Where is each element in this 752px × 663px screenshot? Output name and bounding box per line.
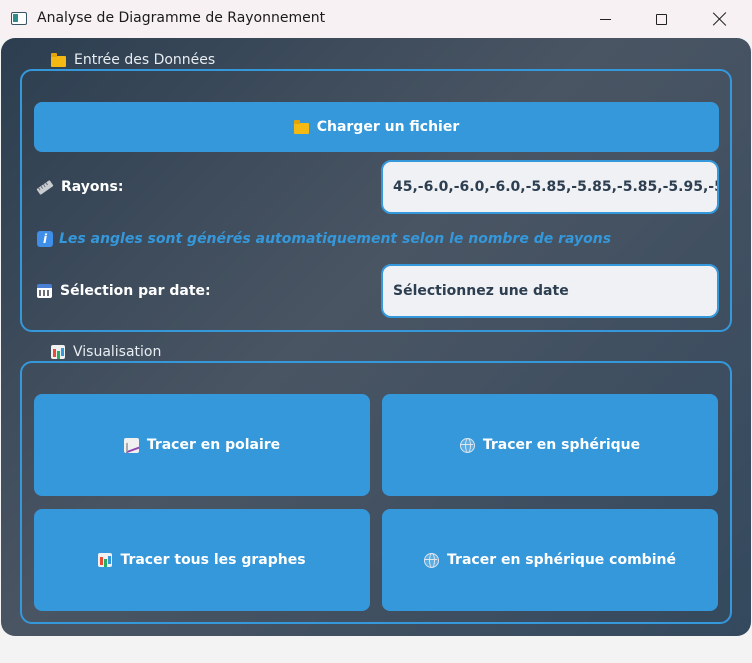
plot-polar-button[interactable]: Tracer en polaire <box>34 394 370 496</box>
maximize-icon <box>655 13 667 25</box>
bar-chart-icon <box>51 345 65 359</box>
data-group-title-text: Entrée des Données <box>74 52 216 68</box>
rayons-label-text: Rayons: <box>61 179 124 195</box>
plot-spherical-label: Tracer en sphérique <box>482 437 641 453</box>
folder-icon <box>51 52 66 67</box>
date-label-text: Sélection par date: <box>60 283 211 299</box>
maximize-button[interactable] <box>638 0 684 38</box>
plot-all-label: Tracer tous les graphes <box>120 552 306 568</box>
group-title-underline <box>39 361 171 363</box>
bar-chart-icon <box>98 553 113 567</box>
data-group-title: Entrée des Données <box>39 52 227 68</box>
app-icon <box>11 12 27 25</box>
polar-chart-icon <box>123 437 139 453</box>
minimize-icon <box>599 18 611 20</box>
rayons-label: Rayons: <box>36 179 124 195</box>
plot-spherical-combined-button[interactable]: Tracer en sphérique combiné <box>382 509 718 611</box>
title-bar: Analyse de Diagramme de Rayonnement <box>0 0 752 38</box>
globe-icon <box>459 437 475 453</box>
date-selection-label: Sélection par date: <box>37 283 211 299</box>
load-file-button[interactable]: Charger un fichier <box>34 102 719 152</box>
info-icon: i <box>37 231 53 247</box>
main-panel: Entrée des Données Charger un fichier Ra… <box>1 38 751 636</box>
plot-spherical-button[interactable]: Tracer en sphérique <box>382 394 718 496</box>
close-icon <box>713 12 727 26</box>
window-title: Analyse de Diagramme de Rayonnement <box>37 10 326 26</box>
vis-group-title-text: Visualisation <box>73 344 162 360</box>
vis-group-title: Visualisation <box>39 344 173 360</box>
plot-polar-label: Tracer en polaire <box>146 437 281 453</box>
close-button[interactable] <box>697 0 743 38</box>
info-message: i Les angles sont générés automatiquemen… <box>37 231 611 247</box>
folder-icon <box>293 119 309 134</box>
plot-all-button[interactable]: Tracer tous les graphes <box>34 509 370 611</box>
info-text: Les angles sont générés automatiquement … <box>59 231 612 247</box>
plot-spherical-combined-label: Tracer en sphérique combiné <box>447 552 676 568</box>
globe-icon <box>424 552 440 568</box>
ruler-icon <box>36 179 54 195</box>
load-file-label: Charger un fichier <box>316 119 460 135</box>
date-select-input[interactable]: Sélectionnez une date <box>381 264 719 318</box>
calendar-icon <box>37 284 52 298</box>
minimize-button[interactable] <box>582 0 628 38</box>
rayons-input[interactable]: 45,-6.0,-6.0,-6.0,-5.85,-5.85,-5.85,-5.9… <box>381 160 719 214</box>
group-title-underline <box>39 69 221 71</box>
